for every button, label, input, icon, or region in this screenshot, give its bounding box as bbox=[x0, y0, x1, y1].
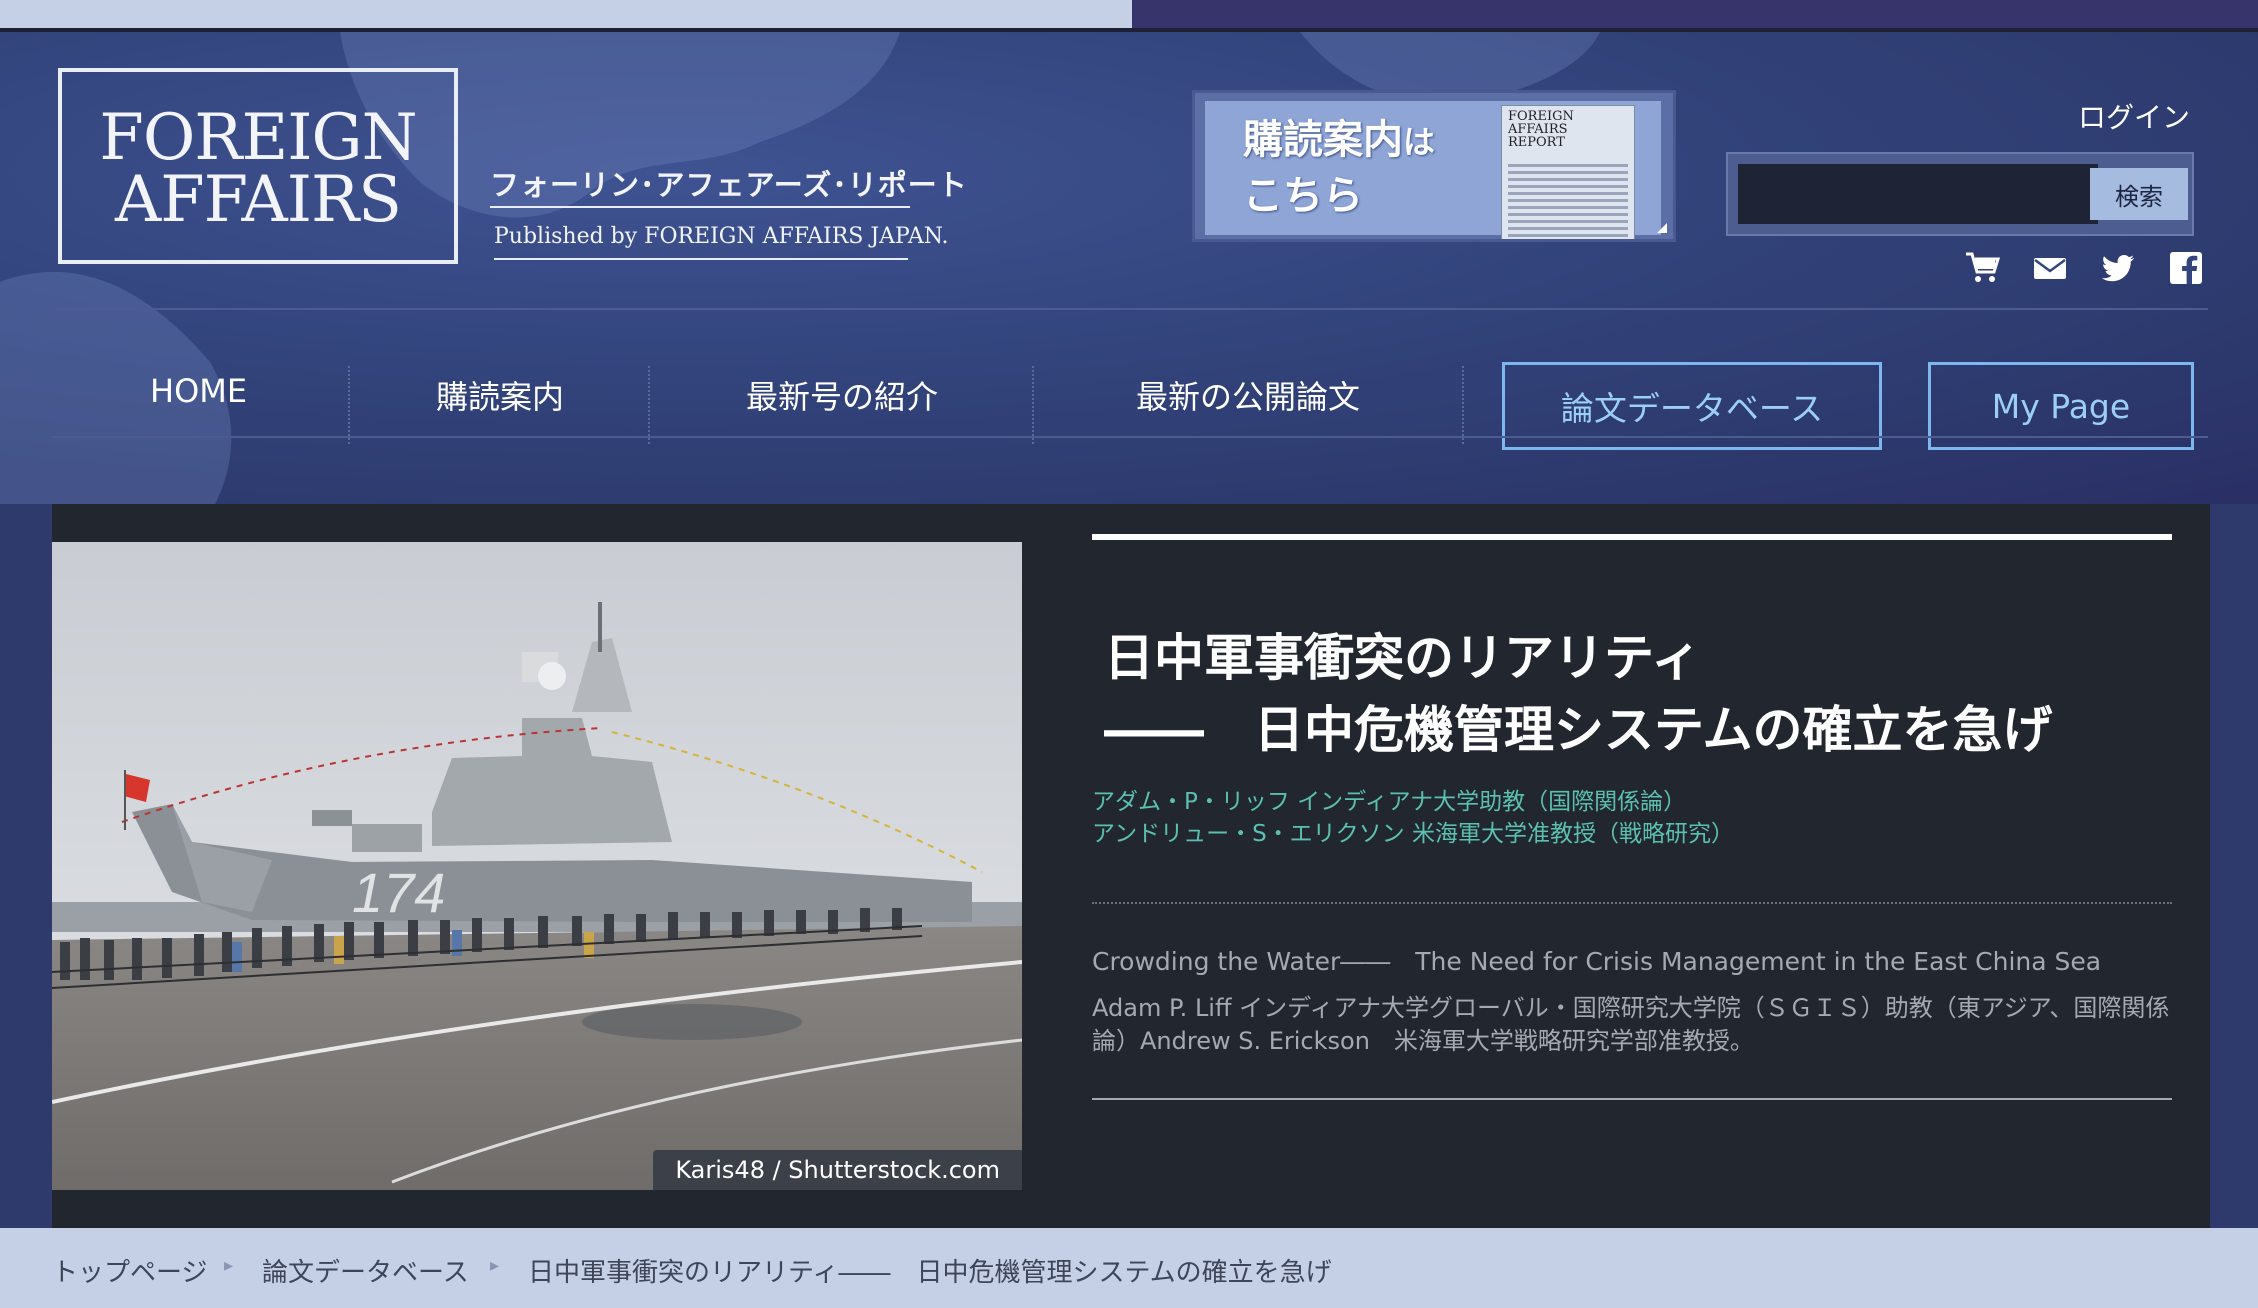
nav-separator bbox=[648, 366, 650, 444]
site-header: FOREIGN AFFAIRS フォーリン･アフェアーズ･リポート Publis… bbox=[0, 32, 2258, 504]
article-title-line2: ―― 日中危機管理システムの確立を急げ bbox=[1104, 701, 2053, 759]
banner-line1: 購読案内 bbox=[1243, 117, 1403, 163]
dotted-divider bbox=[1092, 902, 2172, 904]
logo-text-foreign: FOREIGN bbox=[99, 101, 417, 175]
search-box: 検索 bbox=[1726, 152, 2194, 236]
logo-underline-2 bbox=[494, 258, 908, 260]
site-logo[interactable]: FOREIGN AFFAIRS bbox=[58, 68, 458, 264]
magazine-cover-image: FOREIGN AFFAIRS REPORT bbox=[1501, 105, 1635, 239]
banner-corner-arrow-icon bbox=[1657, 223, 1667, 233]
breadcrumb-home[interactable]: トップページ bbox=[52, 1252, 207, 1289]
ship-hull-number: 174 bbox=[352, 861, 445, 924]
facebook-icon[interactable] bbox=[2168, 250, 2204, 286]
author-2: アンドリュー・S・エリクソン 米海軍大学准教授（戦略研究） bbox=[1092, 821, 1734, 847]
breadcrumb: トップページ ▸ 論文データベース ▸ 日中軍事衝突のリアリティ―― 日中危機管… bbox=[0, 1228, 2258, 1308]
breadcrumb-separator-icon: ▸ bbox=[224, 1255, 234, 1276]
breadcrumb-database[interactable]: 論文データベース bbox=[262, 1252, 469, 1289]
english-title: Crowding the Water―― The Need for Crisis… bbox=[1092, 947, 2102, 976]
magazine-cover-title: FOREIGN AFFAIRS REPORT bbox=[1508, 109, 1574, 150]
nav-latest-articles[interactable]: 最新の公開論文 bbox=[1136, 372, 1360, 418]
nav-separator bbox=[1032, 366, 1034, 444]
article-title: 日中軍事衝突のリアリティ ―― 日中危機管理システムの確立を急げ bbox=[1104, 622, 2053, 766]
nav-separator bbox=[348, 366, 350, 444]
author-1: アダム・P・リッフ インディアナ大学助教（国際関係論） bbox=[1092, 789, 1687, 815]
nav-top-border bbox=[52, 308, 2208, 310]
cart-icon[interactable] bbox=[1964, 250, 2001, 286]
article-photo: 174 Karis48 / Shutterstock.com bbox=[52, 542, 1022, 1190]
breadcrumb-current: 日中軍事衝突のリアリティ―― 日中危機管理システムの確立を急げ bbox=[528, 1258, 1332, 1288]
logo-text-affairs: AFFAIRS bbox=[115, 163, 402, 237]
article-title-line1: 日中軍事衝突のリアリティ bbox=[1104, 629, 1701, 687]
search-button[interactable]: 検索 bbox=[2090, 168, 2188, 220]
nav-separator bbox=[1462, 366, 1464, 444]
english-authors: Adam P. Liff インディアナ大学グローバル・国際研究大学院（ＳＧＩＳ）… bbox=[1092, 994, 2170, 1055]
featured-article: 174 Karis48 / Shutterstock.com 日中軍事衝突のリア… bbox=[52, 504, 2210, 1228]
nav-home[interactable]: HOME bbox=[150, 372, 247, 410]
mail-icon[interactable] bbox=[2032, 250, 2068, 286]
subscribe-banner[interactable]: 購読案内は こちら FOREIGN AFFAIRS REPORT bbox=[1192, 90, 1676, 242]
logo-underline bbox=[490, 206, 910, 208]
banner-line2: こちら bbox=[1243, 173, 1363, 219]
login-link[interactable]: ログイン bbox=[2078, 96, 2190, 136]
banner-text: 購読案内は こちら bbox=[1243, 113, 1435, 223]
nav-latest-issue[interactable]: 最新号の紹介 bbox=[746, 372, 938, 418]
top-strip bbox=[0, 0, 2258, 32]
article-top-rule bbox=[1092, 534, 2172, 540]
top-strip-light bbox=[0, 0, 1132, 28]
article-authors: アダム・P・リッフ インディアナ大学助教（国際関係論） アンドリュー・S・エリク… bbox=[1092, 786, 1734, 850]
article-bottom-rule bbox=[1092, 1098, 2172, 1100]
logo-publisher: Published by FOREIGN AFFAIRS JAPAN. bbox=[494, 224, 949, 249]
photo-credit: Karis48 / Shutterstock.com bbox=[653, 1150, 1022, 1190]
warship-photo: 174 bbox=[52, 542, 1022, 1190]
magazine-cover-text-lines bbox=[1508, 164, 1628, 239]
breadcrumb-separator-icon: ▸ bbox=[490, 1255, 500, 1276]
nav-bottom-border bbox=[52, 436, 2208, 438]
twitter-icon[interactable] bbox=[2100, 250, 2136, 286]
banner-line1-suffix: は bbox=[1403, 123, 1436, 161]
search-input[interactable] bbox=[1738, 164, 2098, 224]
logo-japanese-title: フォーリン･アフェアーズ･リポート bbox=[490, 168, 968, 202]
nav-subscription[interactable]: 購読案内 bbox=[436, 372, 564, 418]
